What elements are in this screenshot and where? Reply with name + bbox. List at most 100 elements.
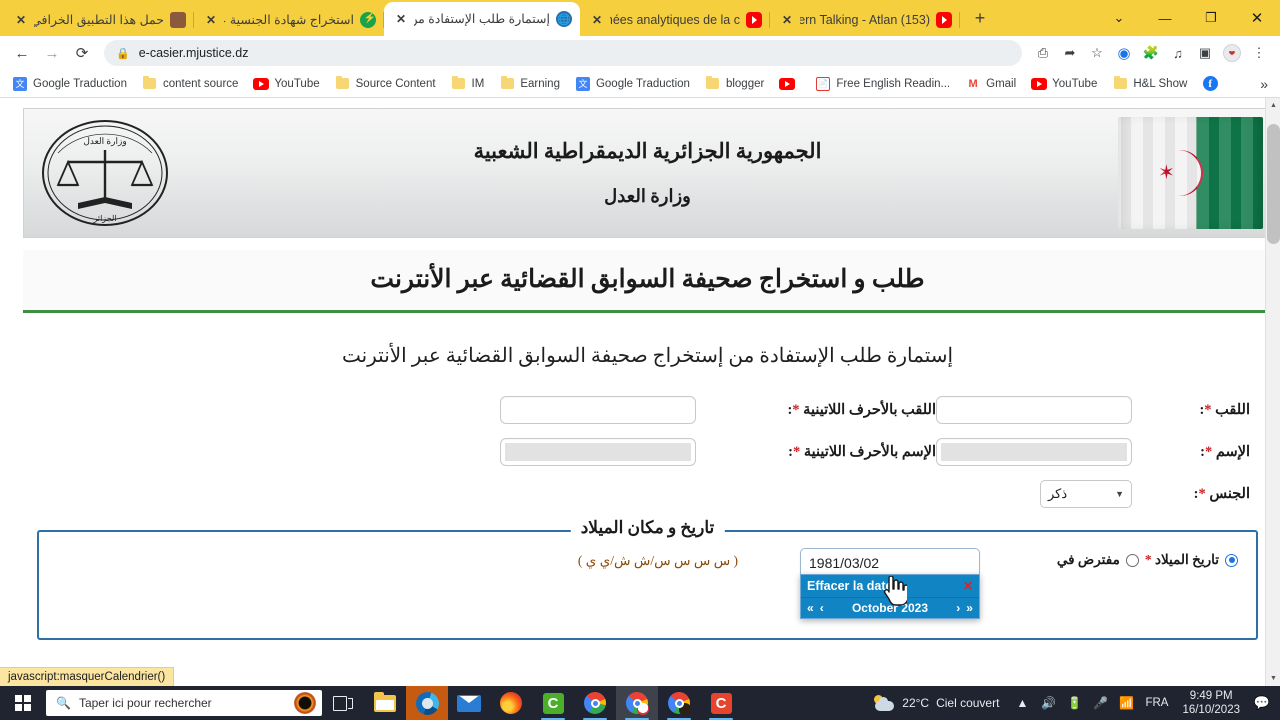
tab-close-icon[interactable]: ✕	[780, 13, 794, 27]
start-button[interactable]	[0, 686, 46, 720]
address-bar[interactable]: 🔒 e-casier.mjustice.dz	[104, 40, 1022, 66]
volume-icon[interactable]: 🔊	[1035, 686, 1061, 720]
bookmark-youtube-2[interactable]	[773, 74, 806, 94]
camtasia-green-icon[interactable]: C	[532, 686, 574, 720]
calendar-clear-row[interactable]: Effacer la date ✕	[801, 575, 979, 597]
eclipse-thumbnail-icon	[294, 692, 316, 714]
browser-tab-4[interactable]: (153) Modern Talking - Atlan ✕	[770, 4, 960, 36]
weather-widget[interactable]: 22°C Ciel couvert	[863, 695, 1009, 711]
tab-close-icon[interactable]: ✕	[14, 13, 28, 27]
bookmark-youtube-3[interactable]: YouTube	[1025, 74, 1103, 94]
mail-icon[interactable]	[448, 686, 490, 720]
browser-tab-3[interactable]: Données analytiques de la c ✕	[580, 4, 770, 36]
new-tab-button[interactable]: +	[966, 5, 994, 33]
bookmark-free-english-reading[interactable]: 📄 Free English Readin...	[809, 74, 956, 94]
google-chrome-icon-2[interactable]	[616, 686, 658, 720]
browser-tab-2-active[interactable]: إستمارة طلب الإستفادة من اس ✕	[384, 2, 580, 36]
media-list-icon[interactable]: ♫	[1165, 40, 1191, 66]
radio-date-of-birth[interactable]	[1225, 553, 1238, 567]
tab-title: Données analytiques de la c	[610, 13, 740, 27]
tab-title: استخراج شهادة الجنسية عن طر	[224, 13, 354, 27]
bookmark-google-traduction[interactable]: 文 Google Traduction	[6, 74, 133, 94]
tab-search-icon[interactable]: ⌄	[1096, 0, 1142, 36]
ministry-name: وزارة العدل	[604, 186, 691, 206]
calendar-prev-year-icon[interactable]: «	[807, 601, 814, 615]
tab-close-icon[interactable]: ✕	[590, 13, 604, 27]
bookmark-google-traduction-2[interactable]: 文 Google Traduction	[569, 74, 696, 94]
firstname-input[interactable]	[936, 438, 1132, 466]
bookmark-youtube[interactable]: YouTube	[247, 74, 325, 94]
calendar-close-icon[interactable]: ✕	[963, 579, 973, 593]
radio-presumed-date[interactable]	[1125, 553, 1139, 567]
google-chrome-icon-3[interactable]	[658, 686, 700, 720]
firstname-label-cell: الإسم *:	[1132, 443, 1250, 461]
taskbar-search-box[interactable]: 🔍 Taper ici pour rechercher	[46, 690, 322, 716]
bookmark-im[interactable]: IM	[445, 74, 491, 94]
chrome-menu-icon[interactable]: ⋮	[1246, 40, 1272, 66]
calendar-nav-row: « ‹ October 2023 › »	[801, 597, 979, 618]
page-scrollbar[interactable]: ▲ ▼	[1265, 98, 1280, 686]
tab-title: حمل هذا التطبيق الخرافي والب	[34, 13, 164, 27]
language-indicator[interactable]: FRA	[1139, 697, 1174, 709]
date-picker-popup[interactable]: Effacer la date ✕ « ‹ October 2023 › »	[800, 574, 980, 619]
forward-icon[interactable]: →	[38, 39, 66, 67]
reload-icon[interactable]: ⟳	[68, 39, 96, 67]
bookmark-hl-show[interactable]: H&L Show	[1106, 74, 1193, 94]
bookmark-label: Google Traduction	[33, 77, 127, 90]
bookmark-earning[interactable]: Earning	[493, 74, 566, 94]
bookmark-facebook[interactable]: f	[1196, 74, 1229, 94]
surname-input[interactable]	[936, 396, 1132, 424]
task-view-icon[interactable]	[322, 686, 364, 720]
gmail-icon: M	[968, 77, 978, 90]
system-tray: 22°C Ciel couvert ▲ 🔊 🔋 🎤 📶 FRA 9:49 PM …	[863, 686, 1280, 720]
microsoft-edge-icon[interactable]	[406, 686, 448, 720]
minimize-button[interactable]: —	[1142, 0, 1188, 36]
bookmark-source-content[interactable]: Source Content	[329, 74, 442, 94]
bookmark-content-source[interactable]: content source	[136, 74, 244, 94]
taskbar-search-placeholder: Taper ici pour rechercher	[78, 696, 212, 710]
share-icon[interactable]: ➦	[1057, 40, 1083, 66]
maximize-button[interactable]: ❐	[1188, 0, 1234, 36]
microphone-icon[interactable]: 🎤	[1087, 686, 1113, 720]
tab-close-icon[interactable]: ✕	[204, 13, 218, 27]
tab-close-icon[interactable]: ✕	[394, 12, 408, 26]
close-window-button[interactable]: ✕	[1234, 0, 1280, 36]
browser-tab-1[interactable]: استخراج شهادة الجنسية عن طر ✕	[194, 4, 384, 36]
scroll-down-icon[interactable]: ▼	[1266, 671, 1280, 686]
gender-select[interactable]: ▼ ذكر	[1040, 480, 1132, 508]
calendar-prev-month-icon[interactable]: ‹	[820, 601, 824, 615]
youtube-icon	[746, 12, 762, 28]
extensions-puzzle-icon[interactable]: 🧩	[1138, 40, 1164, 66]
bookmark-blogger[interactable]: blogger	[699, 74, 770, 94]
back-icon[interactable]: ←	[8, 39, 36, 67]
scrollbar-thumb[interactable]	[1267, 124, 1280, 244]
date-format-hint: ( س س س س/ش ش/ي ي )	[577, 553, 739, 568]
chevron-up-icon[interactable]: ▲	[1009, 686, 1035, 720]
firstname-latin-label-cell: الإسم بالأحرف اللاتينية *:	[696, 443, 936, 461]
bolt-green-icon	[360, 12, 376, 28]
surname-latin-input[interactable]	[500, 396, 696, 424]
browser-tab-0[interactable]: حمل هذا التطبيق الخرافي والب ✕	[4, 4, 194, 36]
firstname-latin-input[interactable]	[500, 438, 696, 466]
bookmarks-overflow-icon[interactable]: »	[1260, 76, 1274, 92]
side-panel-icon[interactable]: ▣	[1192, 40, 1218, 66]
gender-selected-value: ذكر	[1048, 486, 1068, 501]
camtasia-red-icon[interactable]: C	[700, 686, 742, 720]
bookmark-star-icon[interactable]: ☆	[1084, 40, 1110, 66]
wifi-icon[interactable]: 📶	[1113, 686, 1139, 720]
scroll-up-icon[interactable]: ▲	[1266, 98, 1280, 113]
file-explorer-icon[interactable]	[364, 686, 406, 720]
extension-blue-icon[interactable]: ◉	[1111, 40, 1137, 66]
profile-avatar-icon[interactable]: ❤	[1219, 40, 1245, 66]
firefox-icon[interactable]	[490, 686, 532, 720]
translate-icon[interactable]: ⎙️	[1030, 40, 1056, 66]
taskbar-clock[interactable]: 9:49 PM 16/10/2023	[1174, 689, 1248, 718]
bookmark-gmail[interactable]: M Gmail	[959, 74, 1022, 94]
battery-icon[interactable]: 🔋	[1061, 686, 1087, 720]
calendar-next-year-icon[interactable]: »	[966, 601, 973, 615]
google-chrome-icon-1[interactable]	[574, 686, 616, 720]
page-title-bar: طلب و استخراج صحيفة السوابق القضائية عبر…	[23, 250, 1272, 313]
calendar-next-month-icon[interactable]: ›	[956, 601, 960, 615]
notifications-icon[interactable]: 💬	[1248, 686, 1276, 720]
svg-text:وزارة العدل: وزارة العدل	[83, 136, 126, 147]
